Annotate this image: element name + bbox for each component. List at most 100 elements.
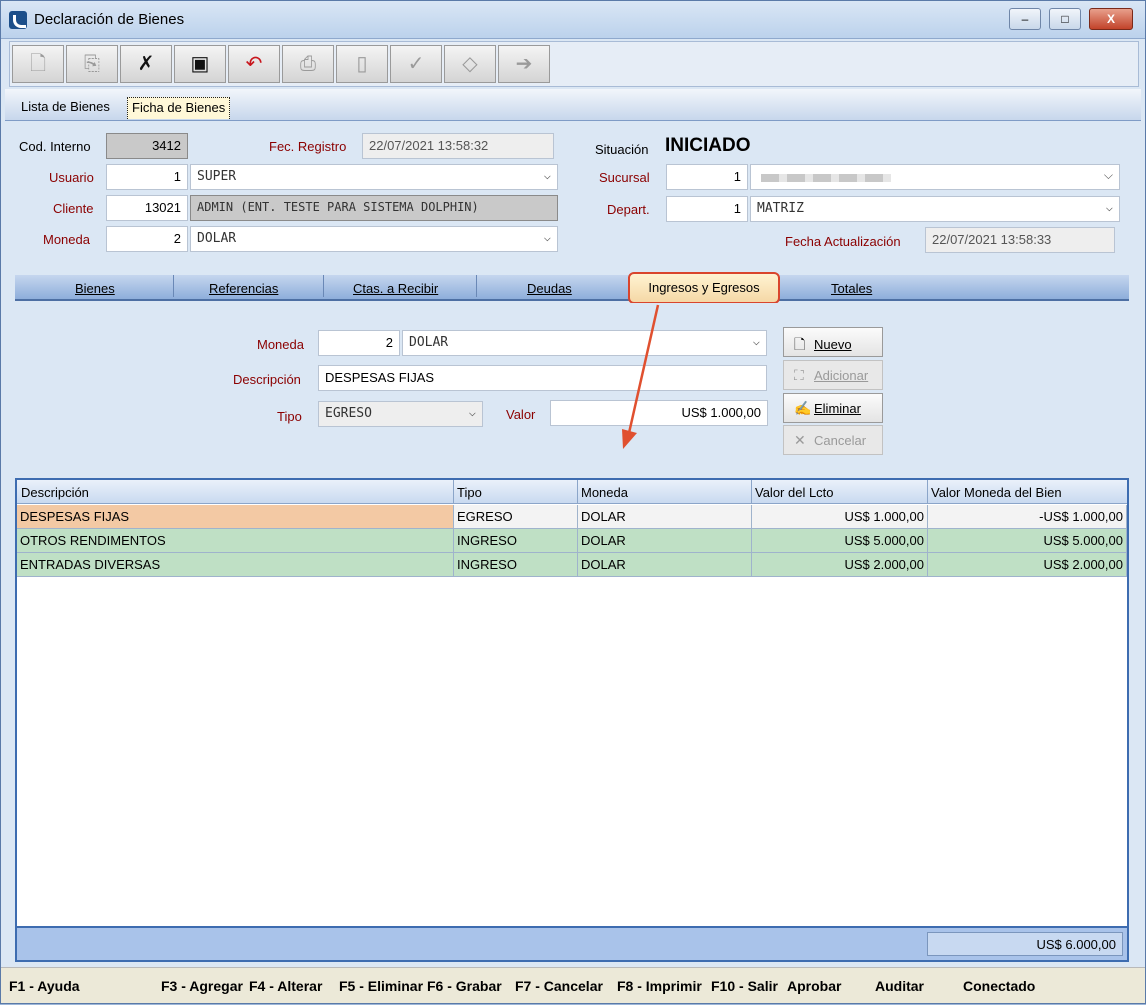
tab-ingresos-y-egresos[interactable]: Ingresos y Egresos xyxy=(628,272,780,304)
tab-referencias[interactable]: Referencias xyxy=(209,281,278,296)
chevron-down-icon[interactable]: ⌵ xyxy=(469,405,476,419)
export-arrow-icon[interactable]: ➔ xyxy=(498,45,550,83)
new-page-icon: 🗋 xyxy=(794,336,806,352)
depart-select[interactable]: MATRIZ ⌵ xyxy=(750,196,1120,222)
detail-valor-field[interactable]: US$ 1.000,00 xyxy=(550,400,768,426)
cell-moneda: DOLAR xyxy=(578,553,752,577)
status-f10[interactable]: F10 - Salir xyxy=(711,978,783,994)
col-separator xyxy=(927,480,928,504)
status-aprobar[interactable]: Aprobar xyxy=(787,978,867,994)
detail-descripcion-field[interactable]: DESPESAS FIJAS xyxy=(318,365,767,391)
status-f3[interactable]: F3 - Agregar xyxy=(161,978,245,994)
copy-document-icon[interactable]: ⎘ xyxy=(66,45,118,83)
detail-moneda-select[interactable]: DOLAR ⌵ xyxy=(402,330,767,356)
detail-form: Moneda 2 DOLAR ⌵ Descripción DESPESAS FI… xyxy=(15,303,1129,475)
nuevo-button[interactable]: 🗋 Nuevo xyxy=(783,327,883,357)
chevron-down-icon[interactable]: ⌵ xyxy=(544,168,551,182)
minimize-button[interactable]: – xyxy=(1009,8,1041,30)
eraser-icon[interactable]: ◇ xyxy=(444,45,496,83)
chevron-down-icon[interactable]: ⌵ xyxy=(544,230,551,244)
fecha-actualizacion-label: Fecha Actualización xyxy=(785,234,901,249)
save-icon[interactable]: ▣ xyxy=(174,45,226,83)
status-f5[interactable]: F5 - Eliminar xyxy=(339,978,423,994)
situacion-value: INICIADO xyxy=(665,135,751,156)
redacted-sucursal-name xyxy=(761,174,891,182)
tab-referencias-label: Referencias xyxy=(209,281,279,296)
tab-ctas-a-recibir[interactable]: Ctas. a Recibir xyxy=(353,281,438,296)
page-tabs: Lista de Bienes Ficha de Bienes xyxy=(5,89,1141,121)
col-descripcion[interactable]: Descripción xyxy=(21,485,89,500)
cell-valor-moneda: -US$ 1.000,00 xyxy=(928,505,1127,529)
situacion-label: Situación xyxy=(595,142,649,157)
usuario-code-field[interactable]: 1 xyxy=(106,164,188,190)
detail-moneda-code[interactable]: 2 xyxy=(318,330,400,356)
grid-header: Descripción Tipo Moneda Valor del Lcto V… xyxy=(17,480,1127,504)
moneda-code-field[interactable]: 2 xyxy=(106,226,188,252)
detail-tipo-label: Tipo xyxy=(277,409,302,424)
status-f7[interactable]: F7 - Cancelar xyxy=(515,978,611,994)
cancel-x-icon: ✕ xyxy=(794,432,806,448)
delete-document-icon[interactable]: ✗ xyxy=(120,45,172,83)
status-f6[interactable]: F6 - Grabar xyxy=(427,978,511,994)
cell-valor-lcto: US$ 1.000,00 xyxy=(752,505,928,529)
col-valor-moneda-bien[interactable]: Valor Moneda del Bien xyxy=(931,485,1062,500)
depart-name: MATRIZ xyxy=(757,201,804,216)
moneda-name: DOLAR xyxy=(197,231,237,246)
status-f4[interactable]: F4 - Alterar xyxy=(249,978,333,994)
detail-moneda-name: DOLAR xyxy=(409,335,449,350)
tab-deudas-label: Deudas xyxy=(527,281,572,296)
table-row[interactable]: OTROS RENDIMENTOS INGRESO DOLAR US$ 5.00… xyxy=(17,529,1127,553)
cell-valor-lcto: US$ 5.000,00 xyxy=(752,529,928,553)
window-title: Declaración de Bienes xyxy=(34,11,185,28)
cell-descripcion: OTROS RENDIMENTOS xyxy=(17,529,454,553)
cod-interno-field: 3412 xyxy=(106,133,188,159)
tab-lista-de-bienes[interactable]: Lista de Bienes xyxy=(17,97,114,119)
checkmark-icon[interactable]: ✓ xyxy=(390,45,442,83)
col-moneda[interactable]: Moneda xyxy=(581,485,628,500)
tab-totales-label: Totales xyxy=(831,281,873,296)
sucursal-select[interactable]: ⌵ xyxy=(750,164,1120,190)
col-tipo[interactable]: Tipo xyxy=(457,485,482,500)
table-row[interactable]: DESPESAS FIJAS EGRESO DOLAR US$ 1.000,00… xyxy=(17,505,1127,529)
fecha-actualizacion-field: 22/07/2021 13:58:33 xyxy=(925,227,1115,253)
sub-tabs: Bienes Referencias Ctas. a Recibir Deuda… xyxy=(15,275,1129,301)
status-f8[interactable]: F8 - Imprimir xyxy=(617,978,709,994)
tab-totales[interactable]: Totales xyxy=(831,281,872,296)
cod-interno-label: Cod. Interno xyxy=(19,139,91,154)
moneda-select[interactable]: DOLAR ⌵ xyxy=(190,226,558,252)
sucursal-code-field[interactable]: 1 xyxy=(666,164,748,190)
status-conectado: Conectado xyxy=(963,978,1036,994)
app-logo-icon xyxy=(9,11,27,29)
adicionar-button[interactable]: ⛶ Adicionar xyxy=(783,360,883,390)
chevron-down-icon[interactable]: ⌵ xyxy=(1106,200,1113,214)
cliente-code-field[interactable]: 13021 xyxy=(106,195,188,221)
tab-bienes-label: Bienes xyxy=(75,281,115,296)
col-valor-lcto[interactable]: Valor del Lcto xyxy=(755,485,834,500)
door-exit-icon[interactable]: ▯ xyxy=(336,45,388,83)
detail-tipo-select[interactable]: EGRESO ⌵ xyxy=(318,401,483,427)
usuario-select[interactable]: SUPER ⌵ xyxy=(190,164,558,190)
status-auditar[interactable]: Auditar xyxy=(875,978,955,994)
print-icon[interactable]: ⎙ xyxy=(282,45,334,83)
chevron-down-icon[interactable]: ⌵ xyxy=(1104,168,1113,183)
new-document-icon[interactable]: 🗋 xyxy=(12,45,64,83)
tab-bienes[interactable]: Bienes xyxy=(75,281,115,296)
depart-code-field[interactable]: 1 xyxy=(666,196,748,222)
table-row[interactable]: ENTRADAS DIVERSAS INGRESO DOLAR US$ 2.00… xyxy=(17,553,1127,577)
fec-registro-label: Fec. Registro xyxy=(269,139,347,154)
cell-moneda: DOLAR xyxy=(578,529,752,553)
status-f1[interactable]: F1 - Ayuda xyxy=(9,978,81,994)
cancelar-button[interactable]: ✕ Cancelar xyxy=(783,425,883,455)
undo-icon[interactable]: ↶ xyxy=(228,45,280,83)
usuario-label: Usuario xyxy=(49,170,94,185)
sucursal-label: Sucursal xyxy=(599,170,650,185)
tab-ficha-de-bienes[interactable]: Ficha de Bienes xyxy=(127,97,231,119)
close-button[interactable]: X xyxy=(1089,8,1133,30)
toolbar: 🗋 ⎘ ✗ ▣ ↶ ⎙ ▯ ✓ ◇ ➔ xyxy=(9,41,1139,87)
title-bar[interactable]: Declaración de Bienes – □ X xyxy=(1,1,1145,39)
chevron-down-icon[interactable]: ⌵ xyxy=(753,334,760,348)
detail-descripcion-label: Descripción xyxy=(233,372,301,387)
tab-deudas[interactable]: Deudas xyxy=(527,281,572,296)
eliminar-button[interactable]: ✍ Eliminar xyxy=(783,393,883,423)
maximize-button[interactable]: □ xyxy=(1049,8,1081,30)
